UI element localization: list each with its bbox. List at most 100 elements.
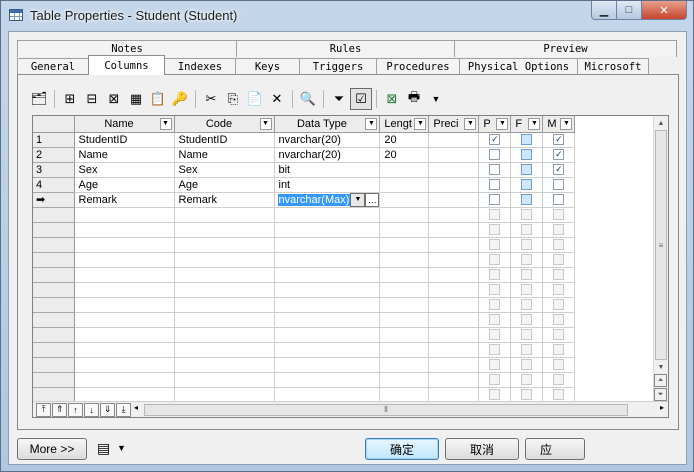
checkbox[interactable] — [489, 389, 501, 401]
checkbox[interactable] — [521, 329, 533, 341]
cell-mandatory[interactable] — [542, 237, 576, 253]
checkbox[interactable] — [553, 284, 565, 296]
column-header-length[interactable]: Lengt ▼ — [379, 116, 430, 133]
cell-code[interactable] — [174, 207, 275, 223]
cell-length[interactable] — [379, 372, 430, 388]
checkbox[interactable] — [521, 269, 533, 281]
checkbox[interactable] — [489, 149, 501, 161]
checkbox[interactable] — [553, 299, 565, 311]
table-row[interactable]: ➡ Remark Remark nvarchar(Max) ▼… — [33, 192, 576, 208]
tab-general[interactable]: General — [17, 58, 89, 75]
cell-code[interactable] — [174, 237, 275, 253]
cell-primary[interactable] — [478, 387, 512, 403]
cell-code[interactable] — [174, 297, 275, 313]
checkbox[interactable] — [521, 134, 533, 146]
cell-data-type[interactable]: bit — [274, 162, 381, 178]
row-header[interactable] — [33, 387, 75, 403]
cell-foreign[interactable] — [510, 357, 544, 373]
excel-export-icon[interactable]: ⊠ — [381, 88, 403, 110]
scroll-left-icon[interactable]: ◂ — [134, 403, 138, 412]
checkbox[interactable] — [489, 269, 501, 281]
dropdown-arrow-icon[interactable]: ▼ — [425, 88, 447, 110]
checkbox[interactable] — [553, 344, 565, 356]
checkbox[interactable] — [521, 344, 533, 356]
scroll-to-bottom-icon[interactable]: ⏷ — [654, 388, 667, 401]
cell-mandatory[interactable] — [542, 312, 576, 328]
empty-table-row[interactable] — [33, 342, 576, 358]
row-header[interactable] — [33, 207, 75, 223]
insert-column-icon[interactable]: ⊠ — [103, 88, 125, 110]
checkbox[interactable] — [489, 344, 501, 356]
cell-mandatory[interactable] — [542, 177, 576, 193]
cell-code[interactable]: StudentID — [174, 132, 275, 148]
cell-data-type[interactable] — [274, 342, 381, 358]
cell-mandatory[interactable] — [542, 222, 576, 238]
copy-attributes-icon[interactable]: 📋 — [147, 88, 169, 110]
checkbox[interactable] — [521, 149, 533, 161]
cell-length[interactable] — [379, 252, 430, 268]
cell-mandatory[interactable] — [542, 297, 576, 313]
cell-foreign[interactable] — [510, 312, 544, 328]
cell-length[interactable]: 20 — [379, 132, 430, 148]
checkbox[interactable] — [553, 224, 565, 236]
cell-mandatory[interactable] — [542, 252, 576, 268]
more-button[interactable]: More >> — [17, 438, 87, 460]
cell-precision[interactable] — [428, 177, 480, 193]
empty-table-row[interactable] — [33, 297, 576, 313]
cell-data-type[interactable] — [274, 372, 381, 388]
cell-name[interactable] — [74, 282, 175, 298]
cell-code[interactable] — [174, 342, 275, 358]
cell-data-type[interactable] — [274, 252, 381, 268]
row-header[interactable] — [33, 297, 75, 313]
cell-mandatory[interactable] — [542, 372, 576, 388]
cut-icon[interactable]: ✂ — [200, 88, 222, 110]
tab-procedures[interactable]: Procedures — [376, 58, 460, 75]
cell-precision[interactable] — [428, 237, 480, 253]
vertical-scrollbar[interactable]: ▲ ≡ ▼ ⏶ ⏷ — [653, 116, 668, 403]
checkbox[interactable] — [521, 164, 533, 176]
checkbox[interactable] — [489, 299, 501, 311]
cell-mandatory[interactable]: ✓ — [542, 132, 576, 148]
tab-rules[interactable]: Rules — [236, 40, 455, 57]
checkbox[interactable] — [553, 359, 565, 371]
row-header[interactable] — [33, 222, 75, 238]
cell-foreign[interactable] — [510, 192, 544, 208]
cell-mandatory[interactable]: ✓ — [542, 162, 576, 178]
checkbox[interactable] — [521, 239, 533, 251]
cell-mandatory[interactable] — [542, 267, 576, 283]
cell-foreign[interactable] — [510, 387, 544, 403]
cell-name[interactable]: Name — [74, 147, 175, 163]
column-header-primary[interactable]: P ▼ — [478, 116, 512, 133]
checkbox[interactable]: ✓ — [553, 149, 565, 161]
cell-foreign[interactable] — [510, 342, 544, 358]
title-bar[interactable]: Table Properties - Student (Student) ▁ □… — [1, 1, 693, 31]
cell-length[interactable] — [379, 207, 430, 223]
cell-code[interactable]: Remark — [174, 192, 275, 208]
cell-precision[interactable] — [428, 147, 480, 163]
cell-length[interactable] — [379, 177, 430, 193]
maximize-button[interactable]: □ — [616, 1, 642, 20]
data-type-input[interactable]: nvarchar(Max) — [277, 193, 351, 206]
checkbox[interactable] — [489, 284, 501, 296]
row-header[interactable] — [33, 327, 75, 343]
cell-precision[interactable] — [428, 327, 480, 343]
scroll-up-icon[interactable]: ▲ — [654, 116, 668, 130]
checkbox[interactable] — [489, 194, 501, 206]
cell-data-type[interactable] — [274, 387, 381, 403]
checkbox[interactable] — [553, 314, 565, 326]
cell-primary[interactable] — [478, 342, 512, 358]
cell-primary[interactable] — [478, 297, 512, 313]
column-header-foreign[interactable]: F ▼ — [510, 116, 544, 133]
delete-icon[interactable]: ✕ — [266, 88, 288, 110]
cell-precision[interactable] — [428, 297, 480, 313]
cell-name[interactable] — [74, 207, 175, 223]
cell-name[interactable] — [74, 267, 175, 283]
tab-triggers[interactable]: Triggers — [299, 58, 377, 75]
row-header[interactable] — [33, 282, 75, 298]
minimize-button[interactable]: ▁ — [591, 1, 617, 20]
empty-table-row[interactable] — [33, 222, 576, 238]
move-up-page-icon[interactable]: ⇑ — [52, 402, 67, 417]
cell-name[interactable] — [74, 237, 175, 253]
cell-foreign[interactable] — [510, 267, 544, 283]
cell-foreign[interactable] — [510, 207, 544, 223]
